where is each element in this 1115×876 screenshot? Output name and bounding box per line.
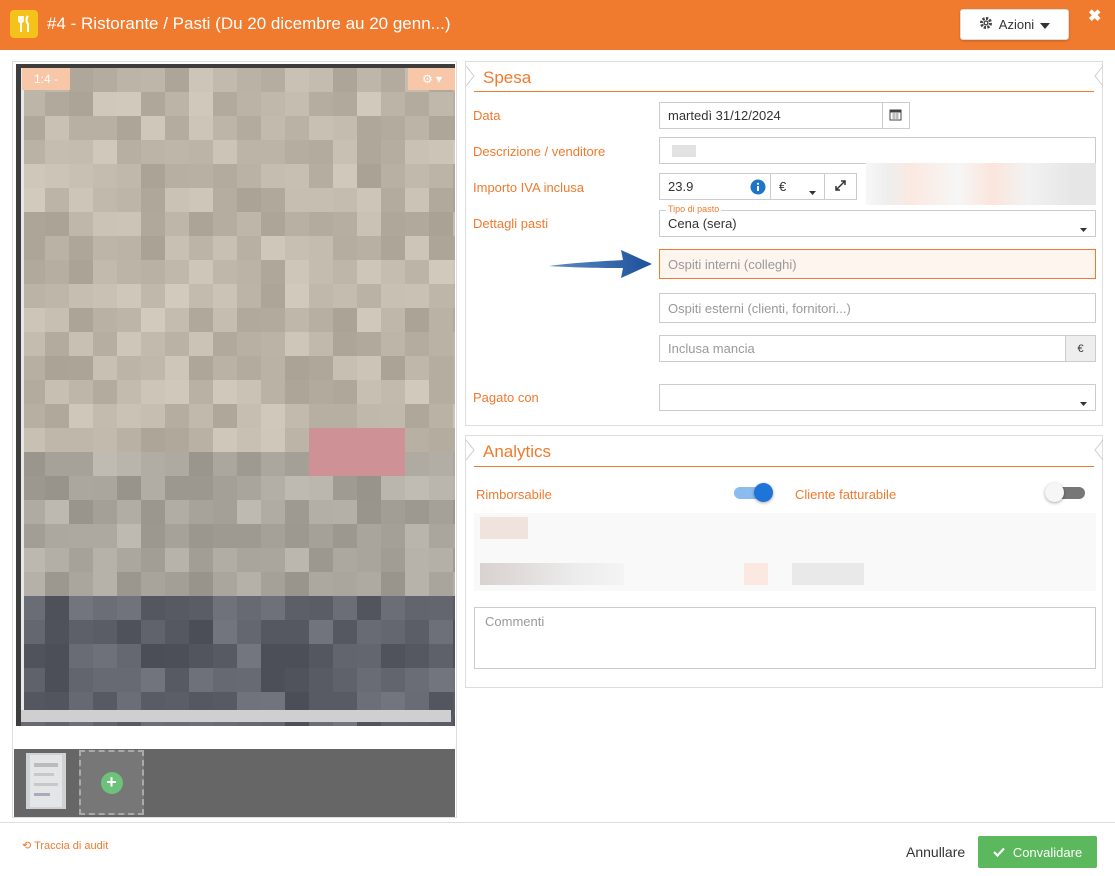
- toggle-knob: [1045, 483, 1064, 502]
- expand-button[interactable]: [824, 173, 857, 200]
- gear-icon: [979, 16, 993, 33]
- pointer-arrow-icon: [549, 250, 652, 278]
- ospiti-interni-placeholder: Ospiti interni (colleghi): [668, 256, 797, 272]
- receipt-pixelated: [16, 64, 455, 726]
- redacted-block: [744, 563, 768, 585]
- cliente-label: Cliente fatturabile: [795, 487, 897, 502]
- close-icon[interactable]: ✖: [1088, 6, 1101, 26]
- confirm-label: Convalidare: [1012, 844, 1083, 860]
- actions-label: Azioni: [998, 17, 1035, 32]
- tipo-pasto-select[interactable]: Tipo di pasto Cena (sera): [659, 204, 1096, 237]
- confirm-button[interactable]: Convalidare: [978, 836, 1097, 868]
- caret-down-icon: [809, 184, 816, 199]
- check-icon: [993, 845, 1005, 860]
- date-value: martedì 31/12/2024: [668, 108, 781, 123]
- tipo-pasto-label: Tipo di pasto: [666, 204, 722, 214]
- cliente-toggle[interactable]: [1045, 483, 1087, 502]
- ospiti-interni-field[interactable]: Ospiti interni (colleghi): [659, 249, 1096, 279]
- mancia-unit: €: [1065, 336, 1095, 361]
- currency-value: €: [779, 179, 787, 194]
- descrizione-field[interactable]: [659, 137, 1096, 164]
- receipt-image[interactable]: 1:4 - ⚙ ▾: [16, 64, 455, 726]
- calendar-icon: [889, 108, 902, 124]
- importo-field[interactable]: 23.9: [659, 173, 771, 200]
- section-notch-right: [1094, 65, 1104, 87]
- image-settings-icon[interactable]: ⚙ ▾: [408, 68, 455, 90]
- audit-label: Traccia di audit: [34, 840, 109, 852]
- importo-details-redacted: [866, 163, 1096, 205]
- rimborsabile-toggle[interactable]: [732, 483, 774, 502]
- add-page-button[interactable]: +: [79, 750, 144, 815]
- section-divider: [474, 466, 1094, 467]
- spesa-section: Spesa Data martedì 31/12/2024 Descrizion…: [465, 61, 1104, 426]
- redacted-block: [792, 563, 864, 585]
- rimborsabile-label: Rimborsabile: [476, 487, 552, 502]
- date-field[interactable]: martedì 31/12/2024: [659, 102, 883, 129]
- actions-button[interactable]: Azioni: [960, 9, 1069, 40]
- section-title: Analytics: [483, 442, 552, 461]
- section-notch-right: [1094, 439, 1104, 461]
- section-notch-left: [466, 439, 475, 461]
- dialog-header: #4 - Ristorante / Pasti (Du 20 dicembre …: [0, 0, 1115, 50]
- caret-down-icon: [1080, 395, 1087, 410]
- plus-icon: +: [100, 771, 123, 794]
- section-notch-left: [466, 65, 475, 87]
- mancia-field[interactable]: Inclusa mancia €: [659, 335, 1096, 362]
- cancel-button[interactable]: Annullare: [906, 844, 965, 860]
- ospiti-esterni-field[interactable]: Ospiti esterni (clienti, fornitori...): [659, 293, 1096, 323]
- commenti-placeholder: Commenti: [485, 614, 545, 629]
- expand-icon: [835, 179, 846, 194]
- pagato-select[interactable]: [659, 384, 1096, 411]
- toggle-knob: [754, 483, 773, 502]
- currency-select[interactable]: €: [770, 173, 825, 200]
- mancia-placeholder: Inclusa mancia: [668, 341, 755, 356]
- analytics-section: Analytics Rimborsabile Cliente fatturabi…: [465, 435, 1104, 688]
- thumbnail-strip: +: [14, 749, 455, 817]
- importo-value: 23.9: [668, 179, 694, 194]
- pagato-label: Pagato con: [473, 390, 539, 405]
- descrizione-label: Descrizione / venditore: [473, 144, 606, 159]
- section-title: Spesa: [483, 68, 532, 87]
- caret-down-icon: [1080, 221, 1087, 236]
- redacted-block: [480, 563, 624, 585]
- data-label: Data: [473, 108, 501, 123]
- page-badge[interactable]: 1:4 -: [22, 68, 70, 90]
- descrizione-redacted: [672, 145, 696, 157]
- section-divider: [474, 91, 1094, 92]
- tipo-pasto-value: Cena (sera): [668, 216, 737, 231]
- receipt-thumbnail[interactable]: [26, 753, 66, 809]
- commenti-field[interactable]: Commenti: [474, 607, 1096, 669]
- audit-trail-link[interactable]: ⟲ Traccia di audit: [22, 839, 108, 852]
- dettagli-label: Dettagli pasti: [473, 216, 549, 231]
- history-icon: ⟲: [22, 840, 32, 852]
- calendar-button[interactable]: [882, 102, 910, 129]
- info-icon[interactable]: [750, 179, 766, 198]
- receipt-viewer: 1:4 - ⚙ ▾ +: [12, 61, 457, 818]
- redacted-block: [480, 517, 528, 539]
- ospiti-esterni-placeholder: Ospiti esterni (clienti, fornitori...): [668, 300, 851, 316]
- analytics-fields-redacted: [474, 513, 1096, 591]
- restaurant-icon: [10, 10, 38, 38]
- dialog-title: #4 - Ristorante / Pasti (Du 20 dicembre …: [47, 14, 451, 33]
- caret-down-icon: [1040, 17, 1051, 32]
- dialog-footer: ⟲ Traccia di audit Annullare Convalidare: [0, 822, 1115, 876]
- importo-label: Importo IVA inclusa: [473, 180, 585, 195]
